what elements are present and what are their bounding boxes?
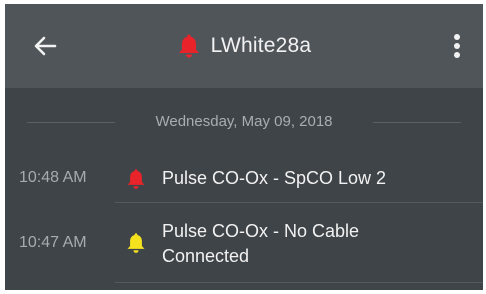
overflow-menu-button[interactable] [447, 28, 467, 64]
bell-icon [178, 34, 199, 58]
list-divider [115, 282, 483, 283]
list-item[interactable]: 10:47 AM Pulse CO-Ox - No Cable Connecte… [5, 214, 483, 282]
date-label: Wednesday, May 09, 2018 [155, 113, 333, 130]
bell-icon [127, 233, 145, 253]
list-divider [115, 202, 483, 203]
top-app-bar: LWhite28a [5, 4, 483, 88]
patient-title: LWhite28a [210, 34, 312, 57]
alarm-time: 10:48 AM [19, 169, 87, 186]
alarm-message: Pulse CO-Ox - SpCO Low 2 [162, 168, 387, 188]
alarm-time: 10:47 AM [19, 234, 87, 251]
title-group: LWhite28a [5, 4, 483, 88]
bell-icon [127, 169, 145, 189]
list-item[interactable]: 10:48 AM Pulse CO-Ox - SpCO Low 2 [5, 162, 483, 204]
alarm-message-line-1: Pulse CO-Ox - No Cable [162, 221, 360, 241]
alarm-history-screen: LWhite28a Wednesday, May 09, 2018 10:48 … [5, 4, 483, 290]
alarm-message-line-2: Connected [162, 246, 250, 266]
date-section-header: Wednesday, May 09, 2018 [5, 111, 483, 133]
